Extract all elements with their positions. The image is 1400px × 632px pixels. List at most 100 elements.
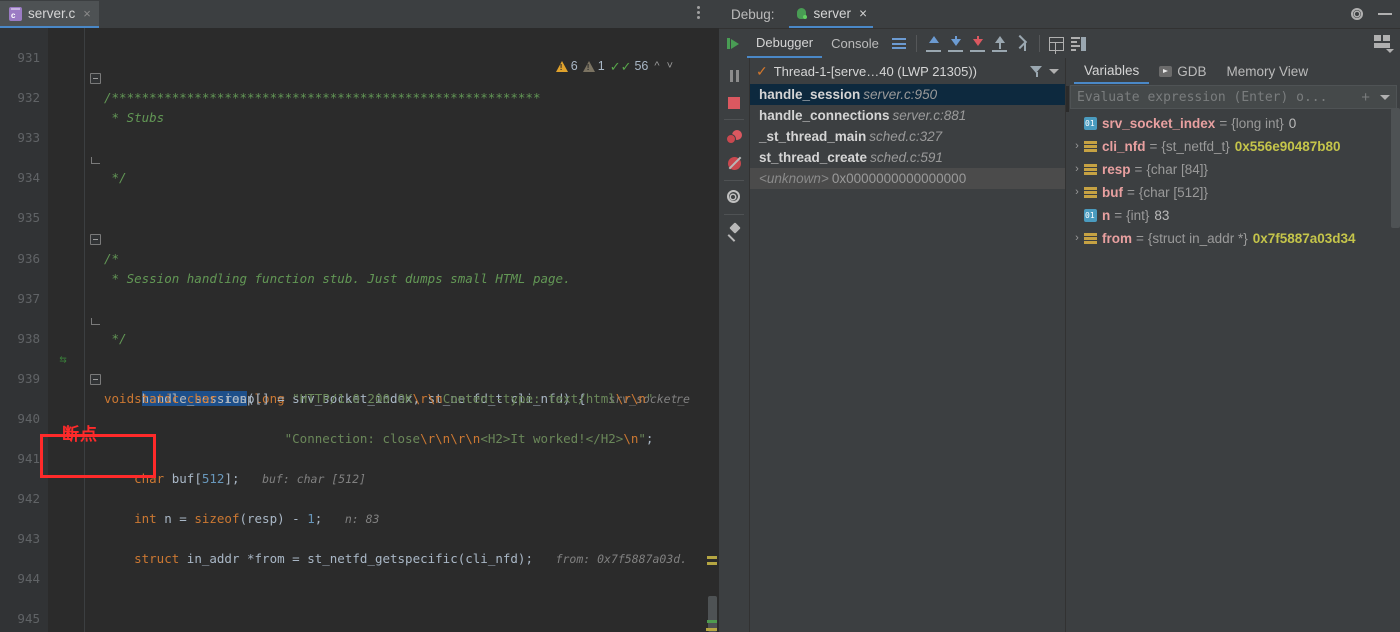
fold-end-icon[interactable] bbox=[91, 315, 99, 324]
step-out-icon[interactable] bbox=[989, 33, 1011, 55]
inlay-hint: n: 83 bbox=[345, 512, 380, 526]
inspection-widget[interactable]: 6 1 ✓✓ 56 ^ ˅ bbox=[553, 57, 677, 75]
chevron-down-icon[interactable] bbox=[1049, 69, 1059, 74]
close-icon[interactable]: × bbox=[83, 6, 91, 21]
editor-options-kebab-icon[interactable] bbox=[697, 6, 700, 19]
warning-marker[interactable] bbox=[706, 628, 717, 631]
code-text: /***************************************… bbox=[104, 90, 541, 105]
fold-icon[interactable] bbox=[90, 234, 101, 245]
evaluate-expression-input[interactable]: Evaluate expression (Enter) o... + bbox=[1070, 85, 1397, 109]
tab-variables[interactable]: Variables bbox=[1074, 59, 1149, 84]
frame-name: _st_thread_main bbox=[759, 129, 866, 144]
expand-toggle[interactable]: › bbox=[1070, 135, 1084, 158]
variable-row[interactable]: › from = {struct in_addr *} 0x7f5887a03d… bbox=[1066, 227, 1400, 250]
tab-gdb[interactable]: GDB bbox=[1149, 59, 1216, 84]
step-into-icon[interactable] bbox=[945, 33, 967, 55]
close-icon[interactable]: × bbox=[859, 6, 867, 21]
run-to-cursor-icon[interactable] bbox=[1011, 33, 1033, 55]
expand-toggle[interactable]: › bbox=[1070, 158, 1084, 181]
code-line-939[interactable]: 939 static char resp[] = "HTTP/1.0 200 O… bbox=[0, 349, 719, 369]
frame-row[interactable]: handle_sessionserver.c:950 bbox=[750, 84, 1065, 105]
vcs-marker[interactable] bbox=[707, 620, 717, 623]
force-step-into-icon[interactable] bbox=[967, 33, 989, 55]
checks-count[interactable]: ✓✓ 56 bbox=[610, 59, 649, 73]
frame-row[interactable]: handle_connectionsserver.c:881 bbox=[750, 105, 1065, 126]
frame-row[interactable]: _st_thread_mainsched.c:327 bbox=[750, 126, 1065, 147]
editor-tab-server-c[interactable]: server.c × bbox=[0, 1, 99, 28]
debug-session-name: server bbox=[814, 6, 852, 21]
variable-value: 83 bbox=[1154, 204, 1169, 227]
variable-row[interactable]: › buf = {char [512]} bbox=[1066, 181, 1400, 204]
variables-scrollbar-thumb[interactable] bbox=[1391, 108, 1400, 228]
variables-list[interactable]: srv_socket_index = {long int} 0 › cli_nf… bbox=[1066, 111, 1400, 632]
variable-value: 0x7f5887a03d34 bbox=[1253, 227, 1356, 250]
editor-body: 6 1 ✓✓ 56 ^ ˅ 931 /*********************… bbox=[0, 28, 719, 632]
next-problem-icon[interactable]: ˅ bbox=[666, 60, 674, 72]
fold-icon[interactable] bbox=[90, 73, 101, 84]
code-line-931[interactable]: 931 /***********************************… bbox=[0, 28, 719, 48]
divider bbox=[724, 180, 744, 181]
variable-type: {char [512]} bbox=[1139, 181, 1208, 204]
code-text-940: "Connection: close\r\n\r\n<H2>It worked!… bbox=[104, 429, 719, 449]
filter-icon[interactable] bbox=[1030, 66, 1043, 77]
settings-icon[interactable] bbox=[719, 184, 749, 211]
code-line-935[interactable]: 935 /* bbox=[0, 188, 719, 208]
array-value-icon bbox=[1084, 140, 1097, 153]
mute-breakpoints-icon[interactable] bbox=[719, 150, 749, 177]
rerun-icon[interactable] bbox=[719, 38, 747, 49]
thread-selector[interactable]: ✓ Thread-1-[serve…40 (LWP 21305)) bbox=[750, 58, 1065, 84]
warning-marker[interactable] bbox=[707, 562, 717, 565]
debug-session-tab[interactable]: server × bbox=[789, 1, 873, 28]
view-breakpoints-icon[interactable] bbox=[719, 123, 749, 150]
overrides-icon[interactable]: ⇆ bbox=[59, 352, 66, 366]
prev-problem-icon[interactable]: ^ bbox=[653, 60, 660, 72]
weak-warning-count[interactable]: 1 bbox=[583, 59, 605, 73]
array-value-icon bbox=[1084, 186, 1097, 199]
editor-tab-label: server.c bbox=[28, 6, 75, 21]
code-line-945[interactable]: 945 if (st_read(cli_nfd, buf, sizeof(buf… bbox=[0, 589, 719, 609]
frame-row[interactable]: <unknown>0x0000000000000000 bbox=[750, 168, 1065, 189]
warning-count[interactable]: 6 bbox=[556, 59, 578, 73]
evaluate-grid-icon[interactable] bbox=[1046, 33, 1068, 55]
tab-memory-view[interactable]: Memory View bbox=[1217, 59, 1319, 84]
expand-toggle[interactable]: › bbox=[1070, 227, 1084, 250]
variable-row[interactable]: srv_socket_index = {long int} 0 bbox=[1066, 112, 1400, 135]
code-text: */ bbox=[104, 170, 127, 185]
code-text-941: char buf[512]; buf: char [512] bbox=[104, 469, 719, 489]
variable-row[interactable]: › resp = {char [84]} bbox=[1066, 158, 1400, 181]
gear-icon[interactable] bbox=[1350, 7, 1364, 21]
variable-row[interactable]: › cli_nfd = {st_netfd_t} 0x556e90487b80 bbox=[1066, 135, 1400, 158]
code-text: * Stubs bbox=[104, 110, 164, 125]
chevron-down-icon[interactable] bbox=[1380, 95, 1390, 100]
frame-row[interactable]: st_thread_createsched.c:591 bbox=[750, 147, 1065, 168]
tab-debugger[interactable]: Debugger bbox=[747, 30, 822, 58]
frames-layout-icon[interactable] bbox=[1068, 33, 1090, 55]
add-watch-icon[interactable]: + bbox=[1361, 90, 1370, 105]
variable-type: {st_netfd_t} bbox=[1161, 135, 1229, 158]
debug-side-toolbar bbox=[719, 58, 750, 632]
editor-marker-rail[interactable] bbox=[705, 28, 719, 632]
fold-end-icon[interactable] bbox=[91, 154, 99, 163]
debug-main: ✓ Thread-1-[serve…40 (LWP 21305)) handle… bbox=[719, 58, 1400, 632]
editor-scrollbar-thumb[interactable] bbox=[708, 596, 717, 632]
code-area[interactable]: 931 /***********************************… bbox=[0, 28, 719, 632]
layout-lines-icon[interactable] bbox=[888, 33, 910, 55]
line-number: 937 bbox=[0, 289, 40, 309]
minimize-icon[interactable] bbox=[1378, 13, 1392, 15]
expand-toggle[interactable]: › bbox=[1070, 181, 1084, 204]
variable-row[interactable]: n = {int} 83 bbox=[1066, 204, 1400, 227]
warning-marker[interactable] bbox=[707, 556, 717, 559]
debug-toolbar: Debugger Console bbox=[719, 29, 1400, 58]
pin-icon[interactable] bbox=[719, 218, 749, 245]
tab-console[interactable]: Console bbox=[822, 30, 888, 58]
stop-icon[interactable] bbox=[719, 89, 749, 116]
tab-gdb-label: GDB bbox=[1177, 64, 1206, 79]
code-text: * Session handling function stub. Just d… bbox=[104, 271, 571, 286]
pause-icon[interactable] bbox=[719, 62, 749, 89]
fold-icon[interactable] bbox=[90, 374, 101, 385]
variable-name: cli_nfd bbox=[1102, 135, 1146, 158]
layout-settings-icon[interactable] bbox=[1374, 35, 1392, 51]
step-over-icon[interactable] bbox=[923, 33, 945, 55]
line-number: 945 bbox=[0, 609, 40, 629]
frame-list[interactable]: handle_sessionserver.c:950 handle_connec… bbox=[750, 84, 1065, 632]
